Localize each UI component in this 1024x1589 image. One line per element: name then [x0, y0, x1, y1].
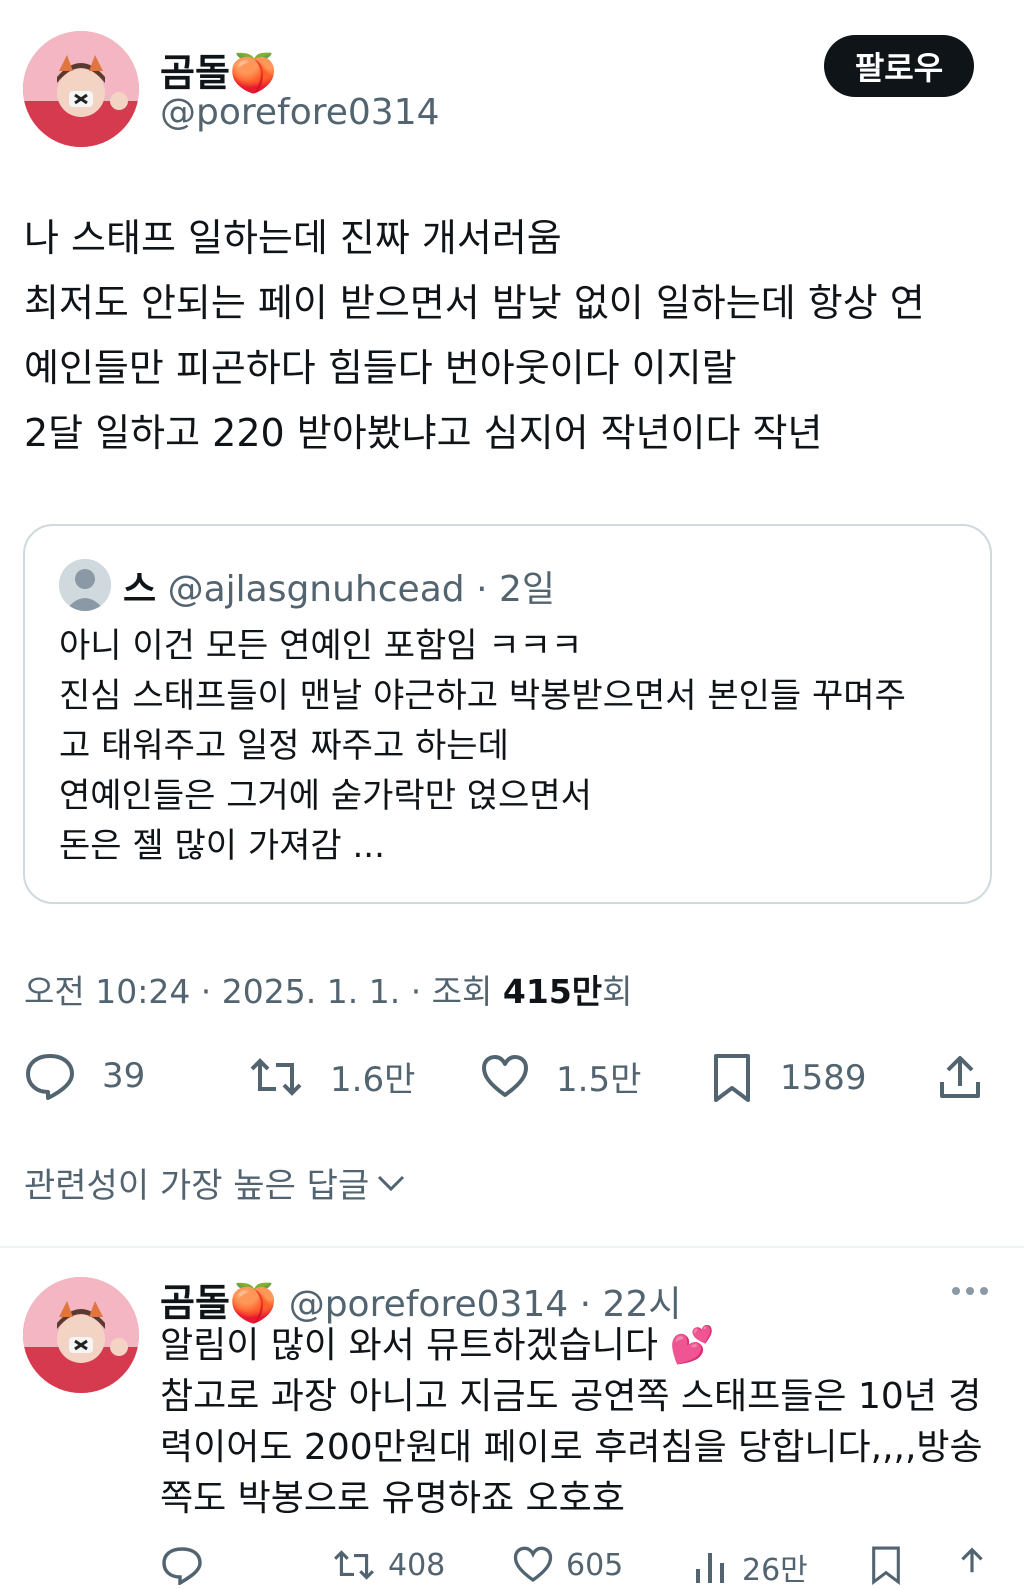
quote-avatar[interactable] — [59, 559, 111, 611]
reply-header: 곰돌🍑 @porefore0314 · 22시 — [160, 1272, 682, 1327]
follow-button[interactable]: 팔로우 — [824, 35, 974, 97]
reply-time: · 22시 — [579, 1284, 682, 1325]
reply-retweet-button[interactable]: 408 — [332, 1545, 445, 1585]
bookmark-count: 1589 — [780, 1058, 867, 1098]
replies-sort-label: 관련성이 가장 높은 답글 — [24, 1166, 370, 1206]
reply-text-line: 쪽도 박봉으로 유명하죠 오호호 — [160, 1478, 625, 1519]
reply-text-line: 참고로 과장 아니고 지금도 공연쪽 스태프들은 10년 경 — [160, 1376, 982, 1417]
bookmark-button[interactable]: 1589 — [710, 1052, 867, 1104]
tweet-timestamp[interactable]: 오전 10:24 · 2025. 1. 1. · 조회 — [24, 972, 503, 1011]
quote-text-line: 돈은 젤 많이 가져감 ... — [59, 826, 385, 866]
quote-header: 스 @ajlasgnuhcead · 2일 — [123, 560, 555, 612]
share-icon[interactable] — [952, 1545, 992, 1585]
peach-emoji: 🍑 — [229, 51, 278, 95]
quote-text-line: 아니 이건 모든 연예인 포함임 ㅋㅋㅋ — [59, 626, 583, 666]
share-icon — [940, 1056, 980, 1098]
reply-like-count: 605 — [566, 1547, 624, 1583]
heart-icon — [513, 1546, 553, 1583]
tweet-text-line: 최저도 안되는 페이 받으면서 밤낮 없이 일하는데 항상 연 — [24, 281, 925, 325]
quote-text-line: 고 태워주고 일정 짜주고 하는데 — [59, 726, 509, 766]
reply-icon — [26, 1054, 74, 1100]
tweet-text-line: 2달 일하고 220 받아봤냐고 심지어 작년이다 작년 — [24, 411, 823, 455]
reply-views-button[interactable]: 26만 — [690, 1545, 808, 1589]
author-name-row[interactable]: 곰돌🍑 — [160, 42, 277, 97]
peach-emoji: 🍑 — [229, 1281, 278, 1325]
quote-text-line: 연예인들은 그거에 숟가락만 얹으면서 — [59, 776, 592, 816]
author-avatar[interactable] — [23, 31, 139, 147]
reply-icon[interactable] — [160, 1545, 204, 1585]
reply-count: 39 — [102, 1056, 146, 1096]
tweet-text-line: 나 스태프 일하는데 진짜 개서러움 — [24, 216, 562, 260]
reply-author-avatar[interactable] — [23, 1277, 139, 1393]
default-avatar-icon — [59, 559, 111, 611]
like-button[interactable]: 1.5만 — [480, 1052, 641, 1101]
retweet-button[interactable]: 1.6만 — [248, 1052, 415, 1101]
quote-author-handle[interactable]: @ajlasgnuhcead — [168, 569, 465, 610]
retweet-icon — [334, 1550, 374, 1580]
view-count-suffix: 회 — [602, 972, 633, 1011]
reply-author-name[interactable]: 곰돌 — [160, 1281, 230, 1325]
chevron-down-icon — [378, 1175, 405, 1191]
replies-sort-dropdown[interactable]: 관련성이 가장 높은 답글 — [24, 1158, 407, 1207]
quote-text-line: 진심 스태프들이 맨날 야근하고 박봉받으면서 본인들 꾸며주 — [59, 676, 906, 716]
quote-time: · 2일 — [476, 569, 555, 610]
analytics-icon — [696, 1553, 724, 1583]
quote-author-name[interactable]: 스 — [123, 569, 156, 610]
heart-icon — [482, 1054, 528, 1097]
reply-like-button[interactable]: 605 — [512, 1545, 623, 1585]
quoted-tweet[interactable]: 스 @ajlasgnuhcead · 2일 아니 이건 모든 연예인 포함임 ㅋ… — [23, 524, 992, 904]
reply-button[interactable]: 39 — [24, 1052, 145, 1100]
reply-view-count: 26만 — [742, 1553, 808, 1588]
reply-retweet-count: 408 — [388, 1547, 446, 1583]
more-options-button[interactable] — [950, 1282, 990, 1301]
more-dots-icon — [952, 1287, 988, 1295]
reply-text: 알림이 많이 와서 뮤트하겠습니다 💕 참고로 과장 아니고 지금도 공연쪽 스… — [160, 1320, 1000, 1524]
retweet-icon — [250, 1057, 302, 1096]
reply-author-handle[interactable]: @porefore0314 — [289, 1284, 569, 1325]
reply-text-line: 알림이 많이 와서 뮤트하겠습니다 💕 — [160, 1325, 715, 1366]
bookmark-icon — [714, 1054, 750, 1102]
bookmark-icon[interactable] — [868, 1545, 904, 1585]
retweet-count: 1.6만 — [330, 1060, 416, 1100]
tweet-text-line: 예인들만 피곤하다 힘들다 번아웃이다 이지랄 — [24, 346, 737, 390]
author-handle[interactable]: @porefore0314 — [160, 92, 440, 133]
tweet-text: 나 스태프 일하는데 진짜 개서러움 최저도 안되는 페이 받으면서 밤낮 없이… — [24, 206, 1004, 466]
reply-action-bar: 408 605 26만 — [160, 1545, 1010, 1588]
divider — [0, 1246, 1024, 1248]
like-count: 1.5만 — [556, 1060, 642, 1100]
author-name[interactable]: 곰돌 — [160, 51, 230, 95]
reply-text-line: 력이어도 200만원대 페이로 후려침을 당합니다,,,,방송 — [160, 1427, 983, 1468]
share-button[interactable] — [936, 1052, 1010, 1102]
quote-text: 아니 이건 모든 연예인 포함임 ㅋㅋㅋ 진심 스태프들이 맨날 야근하고 박봉… — [59, 621, 979, 871]
tweet-meta: 오전 10:24 · 2025. 1. 1. · 조회 415만회 — [24, 965, 633, 1013]
view-count: 415만 — [502, 972, 603, 1011]
